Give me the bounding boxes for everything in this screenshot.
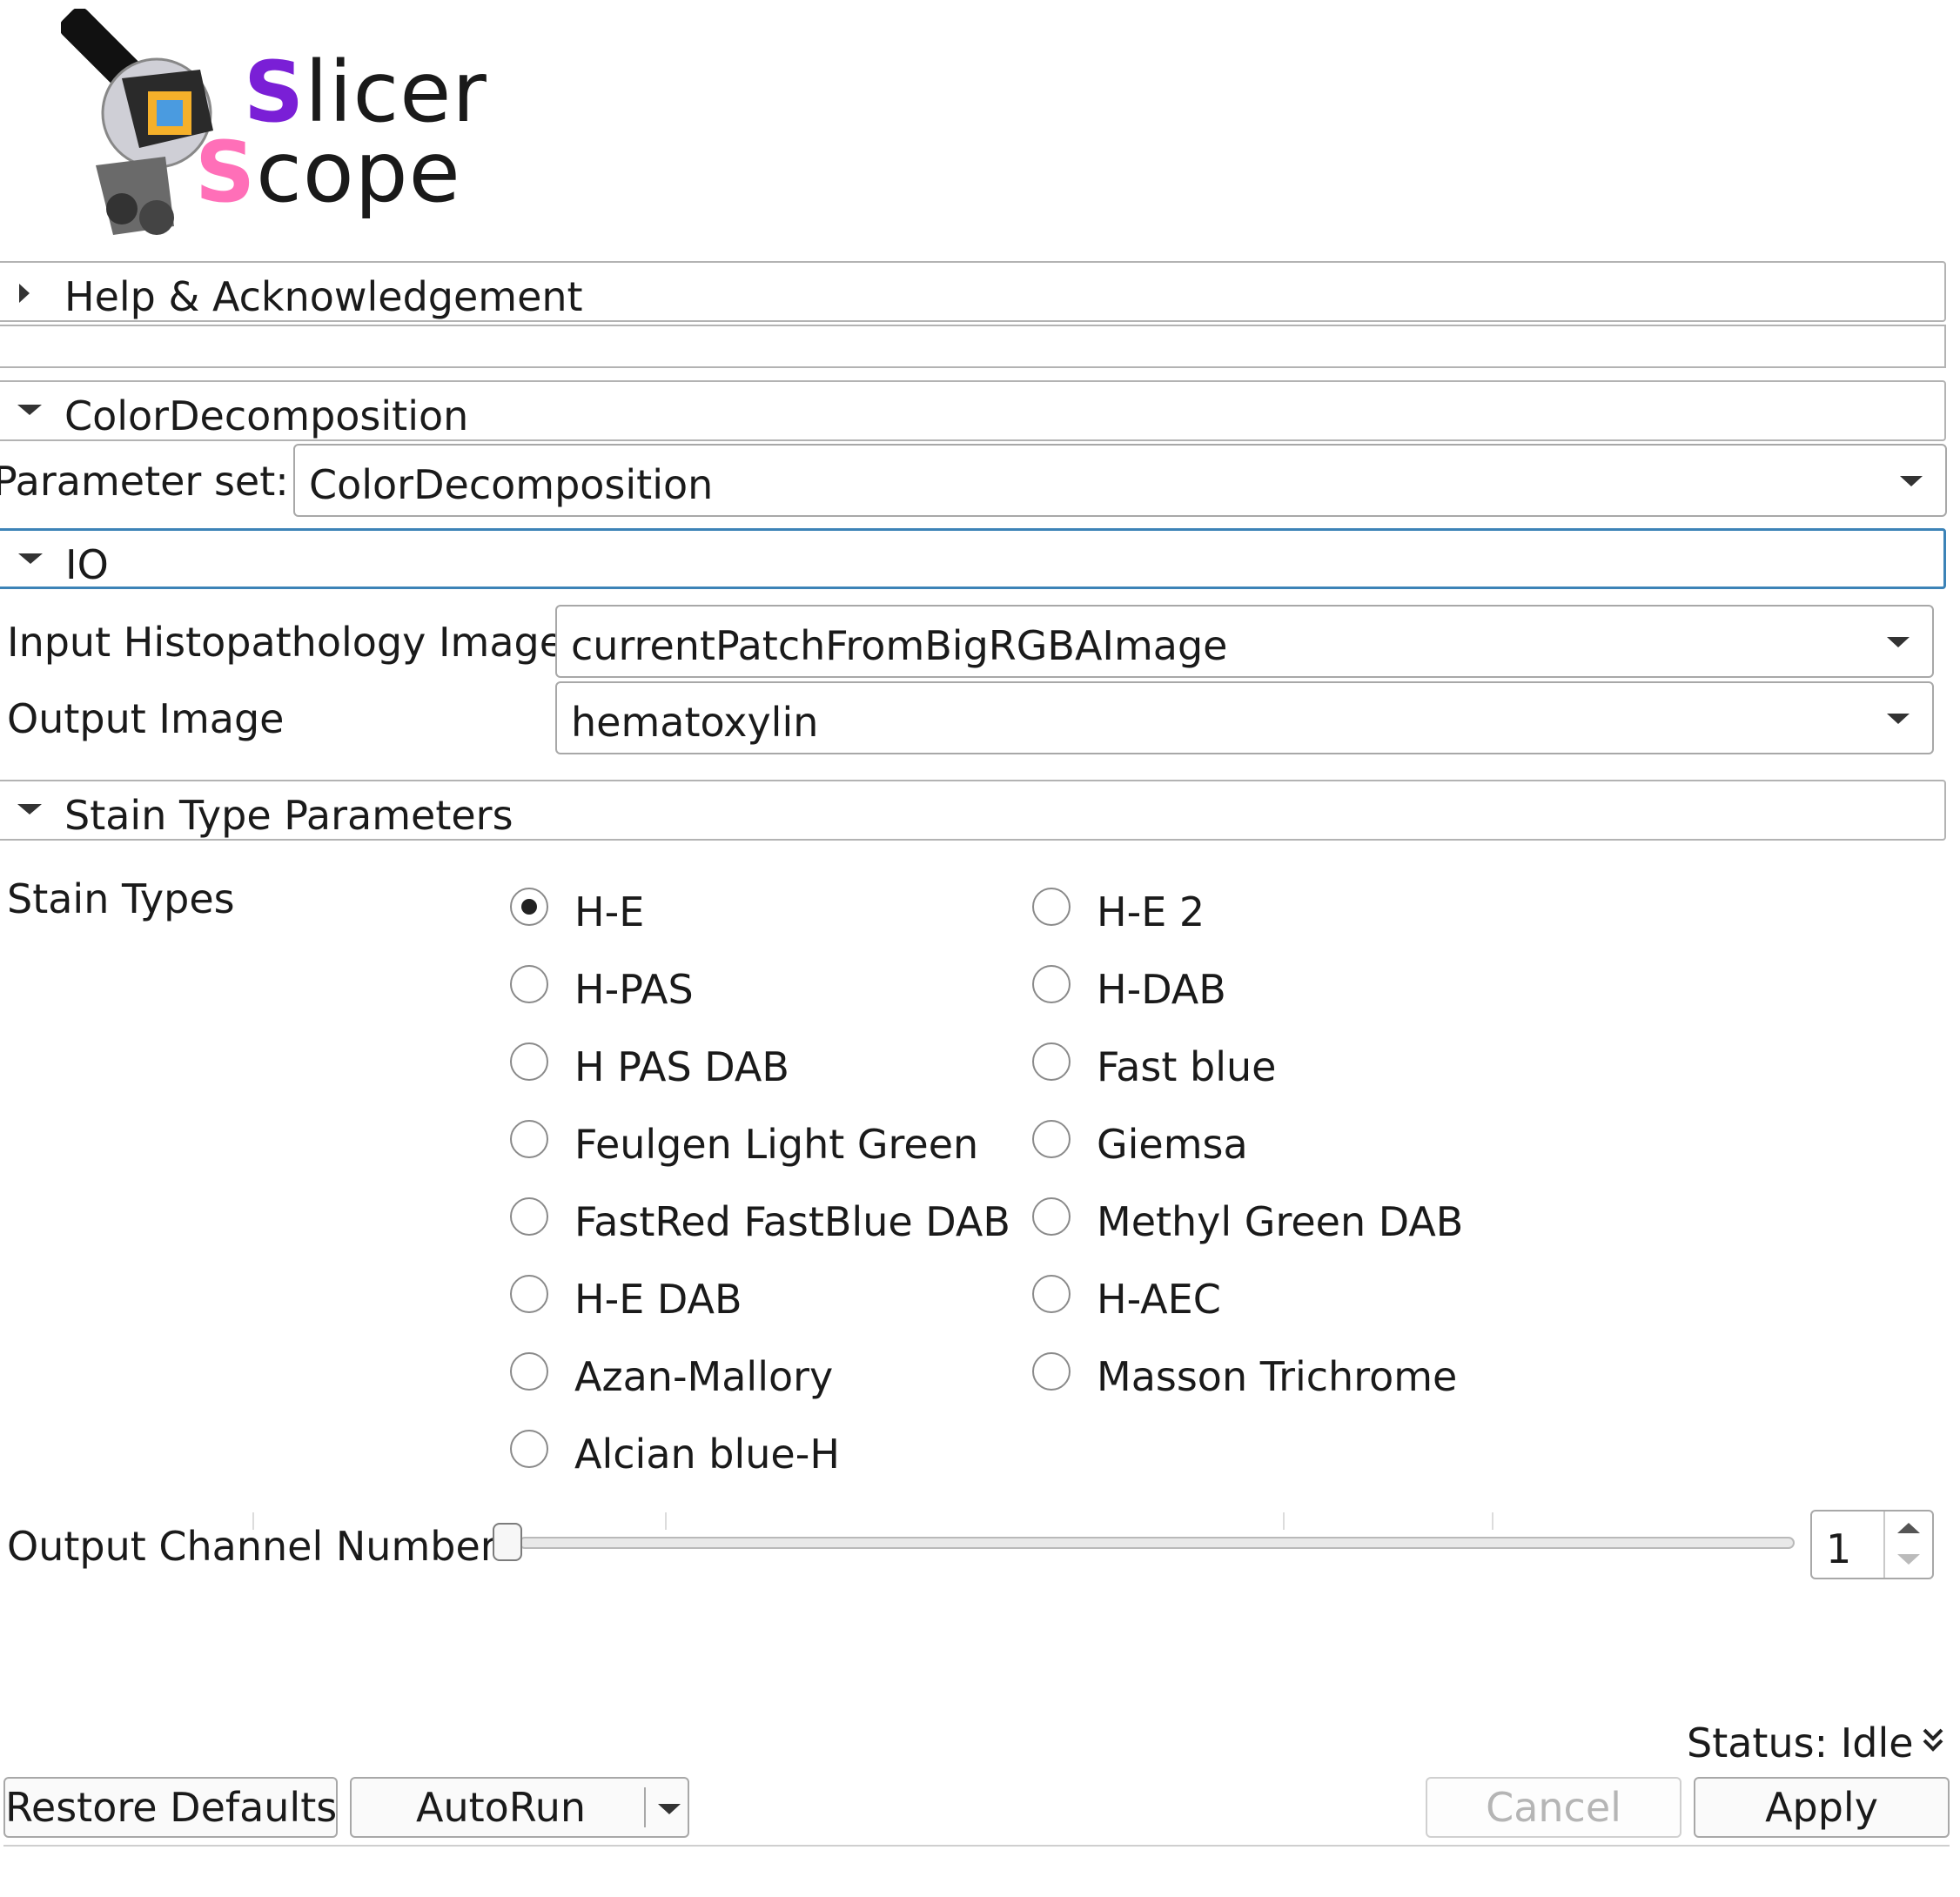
separator-bar [0, 325, 1946, 368]
combo-value: hematoxylin [571, 699, 819, 746]
radio-label: H-DAB [1097, 966, 1226, 1013]
spin-down-icon[interactable] [1896, 1552, 1922, 1567]
triangle-down-icon [18, 553, 43, 564]
stain-type-option[interactable]: Alcian blue-H [510, 1425, 1032, 1478]
stain-type-option[interactable]: H-E DAB [510, 1270, 1032, 1323]
radio-label: Feulgen Light Green [574, 1121, 979, 1168]
chevron-down-icon [1900, 476, 1923, 486]
radio-button[interactable] [1032, 1042, 1071, 1081]
radio-button[interactable] [1032, 965, 1071, 1003]
radio-button[interactable] [510, 1042, 548, 1081]
radio-button[interactable] [510, 1430, 548, 1468]
radio-button[interactable] [1032, 1275, 1071, 1313]
output-image-combo[interactable]: hematoxylin [555, 681, 1934, 754]
stain-type-option[interactable]: H-AEC [1032, 1270, 1554, 1323]
combo-value: ColorDecomposition [309, 461, 714, 508]
output-image-label: Output Image [7, 695, 285, 742]
radio-button[interactable] [1032, 1120, 1071, 1158]
spinbox-buttons [1883, 1512, 1932, 1578]
logo-line-2: Scope [195, 124, 461, 221]
chevron-down-icon [1887, 637, 1910, 647]
radio-label: FastRed FastBlue DAB [574, 1198, 1010, 1245]
parameter-set-label: Parameter set: [0, 458, 289, 505]
slider-tick [252, 1512, 254, 1530]
radio-label: Fast blue [1097, 1043, 1277, 1090]
stain-type-option[interactable]: Feulgen Light Green [510, 1116, 1032, 1168]
spinbox-value: 1 [1826, 1525, 1852, 1572]
radio-button[interactable] [510, 1275, 548, 1313]
double-chevron-down-icon[interactable] [1922, 1725, 1944, 1756]
radio-label: H-E DAB [574, 1276, 742, 1323]
stain-type-option[interactable]: H-DAB [1032, 961, 1554, 1013]
section-label: ColorDecomposition [64, 392, 469, 439]
stain-types-label: Stain Types [7, 875, 235, 922]
radio-label: Alcian blue-H [574, 1431, 840, 1478]
radio-label: H-PAS [574, 966, 694, 1013]
radio-label: H-E 2 [1097, 888, 1205, 935]
radio-button[interactable] [1032, 888, 1071, 926]
logo-line-1: Slicer [244, 44, 487, 141]
slider-tick [1492, 1512, 1493, 1530]
parameter-set-combo[interactable]: ColorDecomposition [293, 444, 1947, 517]
stain-type-option[interactable]: H PAS DAB [510, 1038, 1032, 1090]
radio-button[interactable] [510, 1197, 548, 1236]
autorun-label: AutoRun [416, 1784, 587, 1831]
chevron-down-icon [1887, 714, 1910, 724]
split-divider [644, 1787, 646, 1827]
stain-type-option[interactable]: H-E [510, 883, 1032, 935]
radio-label: Azan-Mallory [574, 1353, 834, 1400]
bottom-divider [3, 1845, 1950, 1847]
stain-type-option[interactable]: Giemsa [1032, 1116, 1554, 1168]
triangle-down-icon [17, 405, 42, 415]
stain-type-option[interactable]: Azan-Mallory [510, 1348, 1032, 1400]
input-image-combo[interactable]: currentPatchFromBigRGBAImage [555, 605, 1934, 678]
input-image-label: Input Histopathology Image [7, 619, 565, 666]
radio-button[interactable] [1032, 1197, 1071, 1236]
color-decomposition-header[interactable]: ColorDecomposition [0, 380, 1946, 441]
combo-value: currentPatchFromBigRGBAImage [571, 622, 1228, 669]
radio-button[interactable] [510, 1352, 548, 1391]
radio-button[interactable] [1032, 1352, 1071, 1391]
slider-tick [1283, 1512, 1285, 1530]
app-logo-text: Slicer Scope [195, 44, 487, 214]
section-label: IO [65, 541, 109, 588]
help-acknowledgement-header[interactable]: Help & Acknowledgement [0, 261, 1946, 322]
stain-type-parameters-header[interactable]: Stain Type Parameters [0, 780, 1946, 841]
status-label: Status: Idle [1687, 1719, 1914, 1766]
radio-label: Giemsa [1097, 1121, 1248, 1168]
stain-type-option[interactable]: Methyl Green DAB [1032, 1193, 1554, 1245]
chevron-down-icon[interactable] [656, 1801, 682, 1817]
spin-up-icon[interactable] [1896, 1520, 1922, 1536]
radio-label: H PAS DAB [574, 1043, 789, 1090]
io-header[interactable]: IO [0, 528, 1946, 589]
radio-button[interactable] [510, 965, 548, 1003]
stain-type-option[interactable]: FastRed FastBlue DAB [510, 1193, 1032, 1245]
stain-type-option[interactable]: Fast blue [1032, 1038, 1554, 1090]
stain-type-option[interactable]: H-PAS [510, 961, 1032, 1013]
radio-label: Methyl Green DAB [1097, 1198, 1464, 1245]
radio-label: Masson Trichrome [1097, 1353, 1458, 1400]
radio-label: H-E [574, 888, 645, 935]
triangle-right-icon [19, 284, 30, 303]
output-channel-spinbox[interactable]: 1 [1810, 1510, 1934, 1579]
stain-type-option[interactable]: H-E 2 [1032, 883, 1554, 935]
cancel-button[interactable]: Cancel [1426, 1777, 1681, 1838]
apply-button[interactable]: Apply [1694, 1777, 1950, 1838]
section-label: Stain Type Parameters [64, 792, 513, 839]
output-channel-slider-handle[interactable] [493, 1523, 522, 1561]
stain-type-option[interactable]: Masson Trichrome [1032, 1348, 1554, 1400]
radio-label: H-AEC [1097, 1276, 1221, 1323]
restore-defaults-button[interactable]: Restore Defaults [3, 1777, 338, 1838]
radio-button[interactable] [510, 1120, 548, 1158]
section-label: Help & Acknowledgement [64, 273, 583, 320]
output-channel-label: Output Channel Number [7, 1523, 497, 1570]
slider-tick [665, 1512, 667, 1530]
output-channel-slider-track[interactable] [519, 1537, 1795, 1549]
triangle-down-icon [17, 804, 42, 814]
autorun-button[interactable]: AutoRun [350, 1777, 689, 1838]
radio-button[interactable] [510, 888, 548, 926]
